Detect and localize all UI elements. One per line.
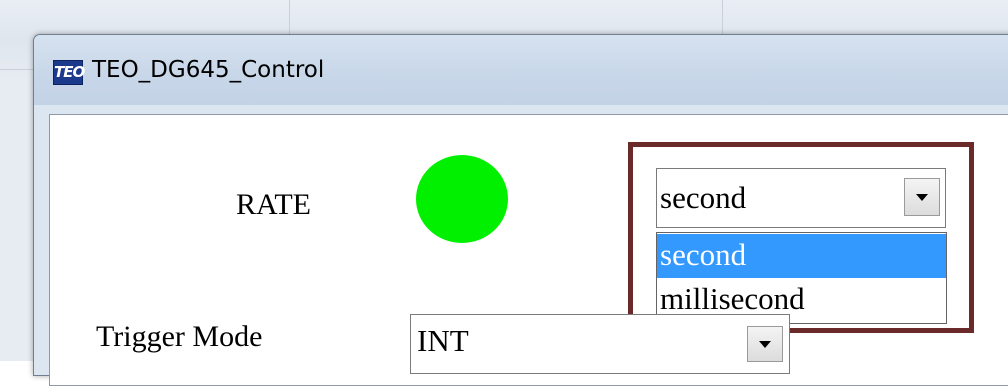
- rate-label: RATE: [236, 188, 311, 221]
- rate-indicator-led: [416, 155, 508, 243]
- trigger-mode-label: Trigger Mode: [96, 320, 263, 353]
- trigger-mode-value: INT: [417, 323, 469, 358]
- app-logo-icon: TEO: [53, 60, 85, 85]
- combobox-dropdown-button[interactable]: [747, 326, 783, 362]
- title-bar[interactable]: TEO TEO_DG645_Control: [34, 35, 1008, 105]
- trigger-mode-combobox[interactable]: INT: [410, 314, 790, 374]
- annotation-highlight-box: [628, 142, 974, 333]
- window-title: TEO_DG645_Control: [92, 57, 325, 83]
- chevron-down-icon: [759, 341, 771, 348]
